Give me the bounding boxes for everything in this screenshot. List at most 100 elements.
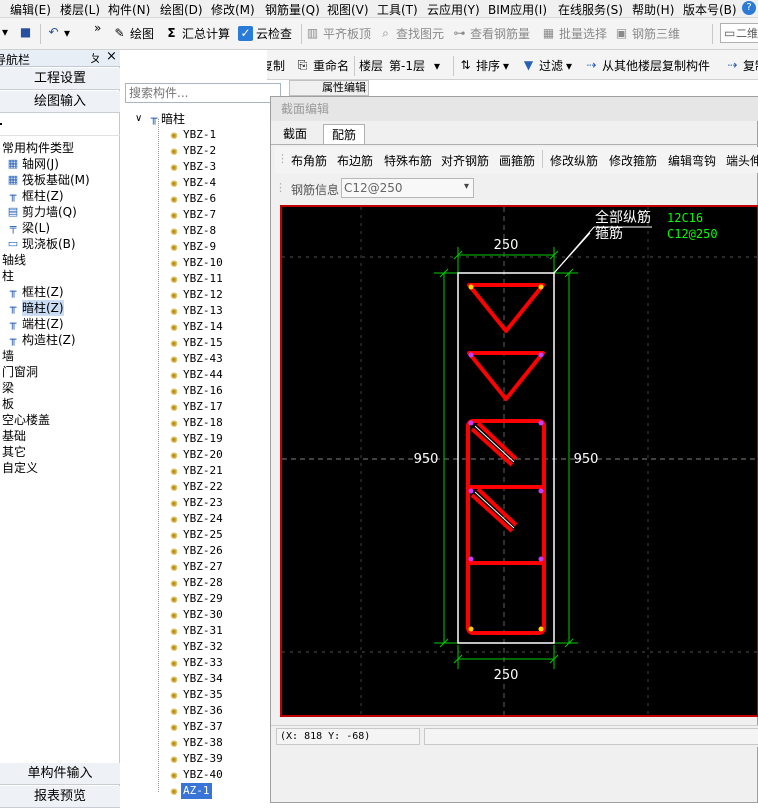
component-list-item[interactable]: ✺ YBZ-14 xyxy=(167,319,225,335)
component-list-item[interactable]: ✺ YBZ-18 xyxy=(167,415,225,431)
tree-root-row[interactable]: ∨ ╥ 暗柱 xyxy=(135,111,185,127)
component-list-item[interactable]: ✺ YBZ-39 xyxy=(167,751,225,767)
nav-tree-item[interactable]: ╤ 梁(L) xyxy=(6,220,50,236)
nav-tree-item[interactable]: 其它 xyxy=(2,444,26,460)
component-list-item[interactable]: ✺ YBZ-3 xyxy=(167,159,218,175)
component-list-item[interactable]: ✺ YBZ-4 xyxy=(167,175,218,191)
section-drawing-canvas[interactable]: 250 250 950 950 全部纵筋 箍筋 12C16 C12@250 xyxy=(280,205,758,717)
nav-tree-item[interactable]: 墙 xyxy=(2,348,14,364)
nav-tree-item[interactable]: ╥ 框柱(Z) xyxy=(6,188,64,204)
find-element-button[interactable]: ⌕ 查找图元 xyxy=(378,25,444,42)
component-list-item[interactable]: ✺ YBZ-17 xyxy=(167,399,225,415)
component-list-item[interactable]: ✺ YBZ-23 xyxy=(167,495,225,511)
component-list-item[interactable]: ✺ YBZ-7 xyxy=(167,207,218,223)
nav-tree-item[interactable]: ▤ 剪力墙(Q) xyxy=(6,204,77,220)
close-icon[interactable]: × xyxy=(106,49,117,64)
flat-slab-button[interactable]: ▥ 平齐板顶 xyxy=(305,25,371,42)
component-list-item[interactable]: ✺ YBZ-16 xyxy=(167,383,225,399)
collapse-icon[interactable]: ∨ xyxy=(135,111,147,127)
pin-icon[interactable]: ㄆ xyxy=(90,50,101,66)
component-list-item[interactable]: ✺ YBZ-34 xyxy=(167,671,225,687)
rebar-tool-button[interactable]: 修改纵筋 xyxy=(550,152,598,169)
rebar-tool-button[interactable]: 编辑弯钩 xyxy=(668,152,716,169)
component-list-item[interactable]: ✺ YBZ-11 xyxy=(167,271,225,287)
component-list-item[interactable]: ✺ YBZ-25 xyxy=(167,527,225,543)
component-list-item[interactable]: ✺ YBZ-19 xyxy=(167,431,225,447)
filter-button[interactable]: ▼ 过滤 ▾ xyxy=(521,57,572,74)
component-list-item[interactable]: ✺ YBZ-21 xyxy=(167,463,225,479)
component-list-item[interactable]: ✺ YBZ-12 xyxy=(167,287,225,303)
tab-rebar[interactable]: 配筋 xyxy=(323,124,366,144)
nav-tree-item[interactable]: ╥ 端柱(Z) xyxy=(6,316,64,332)
component-list-item[interactable]: ✺ YBZ-6 xyxy=(167,191,218,207)
menu-item[interactable]: BIM应用(I) xyxy=(488,1,547,18)
toolbar-overflow-left[interactable]: ▾ xyxy=(2,25,8,39)
menu-item[interactable]: 在线服务(S) xyxy=(558,1,623,18)
component-search-input[interactable] xyxy=(125,83,281,103)
report-preview-button[interactable]: 报表预览 xyxy=(0,786,120,808)
component-list-item[interactable]: ✺ YBZ-38 xyxy=(167,735,225,751)
rebar-tool-button[interactable]: 对齐钢筋 xyxy=(441,152,489,169)
component-list-item[interactable]: ✺ YBZ-32 xyxy=(167,639,225,655)
component-list-item[interactable]: ✺ YBZ-2 xyxy=(167,143,218,159)
component-list-item[interactable]: ✺ YBZ-10 xyxy=(167,255,225,271)
rebar-3d-button[interactable]: ▣ 钢筋三维 xyxy=(614,25,680,42)
nav-tree-item[interactable]: 门窗洞 xyxy=(2,364,38,380)
rebar-tool-button[interactable]: 布边筋 xyxy=(337,152,373,169)
menu-item[interactable]: 修改(M) xyxy=(211,1,255,18)
rebar-info-select[interactable]: C12@250 ▾ xyxy=(341,178,474,198)
drawing-input-button[interactable]: 绘图输入 xyxy=(0,91,120,113)
component-list-item[interactable]: ✺ YBZ-28 xyxy=(167,575,225,591)
nav-tree-item[interactable]: 梁 xyxy=(2,380,14,396)
nav-tree-item[interactable]: ▭ 现浇板(B) xyxy=(6,236,76,252)
nav-tree-item[interactable]: ╥ 框柱(Z) xyxy=(6,284,64,300)
rebar-tool-button[interactable]: 端头伸 xyxy=(726,152,758,169)
copy-to-floor-button[interactable]: ⇢复制 xyxy=(725,57,758,74)
menu-item[interactable]: 云应用(Y) xyxy=(427,1,480,18)
attr-edit-tab[interactable]: 属性编辑 xyxy=(289,80,369,96)
rebar-tool-button[interactable]: 修改箍筋 xyxy=(609,152,657,169)
component-list-item[interactable]: ✺ YBZ-20 xyxy=(167,447,225,463)
menu-item[interactable]: 版本号(B) xyxy=(683,1,737,18)
sum-calc-button[interactable]: Σ 汇总计算 xyxy=(164,25,230,42)
cloud-check-button[interactable]: ✓ 云检查 xyxy=(238,25,292,42)
menu-item[interactable]: 编辑(E) xyxy=(10,1,51,18)
rebar-tool-button[interactable]: 布角筋 xyxy=(291,152,327,169)
view-rebar-button[interactable]: ⊶ 查看钢筋量 xyxy=(452,25,531,42)
component-list-item[interactable]: ✺ YBZ-22 xyxy=(167,479,225,495)
online-help-icon[interactable]: ? xyxy=(742,1,756,15)
nav-tree-item[interactable]: 基础 xyxy=(2,428,26,444)
nav-tree-item[interactable]: 柱 xyxy=(2,268,14,284)
component-list-item[interactable]: ✺ YBZ-27 xyxy=(167,559,225,575)
nav-tree-item[interactable]: ▦ 筏板基础(M) xyxy=(6,172,90,188)
component-list-item[interactable]: ✺ YBZ-9 xyxy=(167,239,218,255)
nav-tree-item[interactable]: ╥ 暗柱(Z) xyxy=(6,300,64,316)
component-list-item[interactable]: ✺ YBZ-26 xyxy=(167,543,225,559)
nav-tree-item[interactable]: 轴线 xyxy=(2,252,26,268)
component-list-item[interactable]: ✺ YBZ-40 xyxy=(167,767,225,783)
nav-tree-item[interactable]: 自定义 xyxy=(2,460,38,476)
component-list-item[interactable]: ✺ YBZ-15 xyxy=(167,335,225,351)
save-button[interactable]: ■ xyxy=(18,25,33,40)
component-list-item[interactable]: ✺ YBZ-30 xyxy=(167,607,225,623)
nav-tree-item[interactable]: 常用构件类型 xyxy=(2,140,74,156)
component-list-item[interactable]: ✺ YBZ-36 xyxy=(167,703,225,719)
menu-item[interactable]: 钢筋量(Q) xyxy=(265,1,320,18)
nav-tree-item[interactable]: 空心楼盖 xyxy=(2,412,50,428)
view-mode-select[interactable]: ▭ 二维 xyxy=(720,23,758,43)
component-list-item[interactable]: ✺ YBZ-44 xyxy=(167,367,225,383)
component-list-item[interactable]: ✺ AZ-1 xyxy=(167,783,212,799)
component-list-item[interactable]: ✺ YBZ-33 xyxy=(167,655,225,671)
component-list-item[interactable]: ✺ YBZ-31 xyxy=(167,623,225,639)
tab-section[interactable]: 截面 xyxy=(275,124,315,144)
floor-select[interactable]: 第-1层 ▾ xyxy=(389,57,440,74)
undo-button[interactable]: ↶ ▾ xyxy=(46,25,70,40)
component-list-item[interactable]: ✺ YBZ-37 xyxy=(167,719,225,735)
nav-tree-item[interactable]: ▦ 轴网(J) xyxy=(6,156,59,172)
copy-from-floor-button[interactable]: ⇢ 从其他楼层复制构件 xyxy=(584,57,710,74)
single-input-button[interactable]: 单构件输入 xyxy=(0,763,120,785)
component-list-item[interactable]: ✺ YBZ-43 xyxy=(167,351,225,367)
nav-tree-item[interactable]: 板 xyxy=(2,396,14,412)
draw-button[interactable]: ✎ 绘图 xyxy=(112,25,154,42)
menu-item[interactable]: 视图(V) xyxy=(327,1,369,18)
